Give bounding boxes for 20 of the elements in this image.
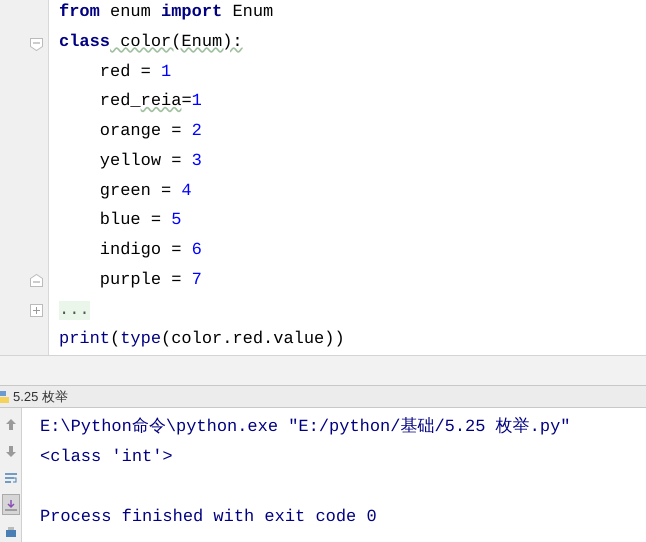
python-icon (0, 390, 9, 404)
scroll-to-end-icon[interactable] (2, 494, 20, 516)
code-line: print(type(color.red.value)) (59, 329, 345, 352)
console-line: <class 'int'> (40, 447, 173, 470)
run-tab-title[interactable]: 5.25 枚举 (13, 386, 68, 406)
code-line: yellow = 3 (98, 150, 202, 173)
code-line: indigo = 6 (98, 240, 202, 262)
code-line: green = 4 (98, 180, 192, 203)
fold-icon[interactable] (30, 38, 43, 51)
code-line: from enum import Enum (59, 2, 274, 24)
console-line: Process finished with exit code 0 (40, 507, 377, 530)
expand-icon[interactable] (30, 304, 43, 318)
console-line: E:\Python命令\python.exe "E:/python/基础/5.25 枚举.py" (40, 416, 570, 440)
code-line: blue = 5 (98, 210, 182, 232)
code-line: red_reia=1 (98, 91, 202, 114)
code-line: orange = 2 (98, 121, 202, 144)
code-line: purple = 7 (98, 270, 202, 292)
code-line: red = 1 (98, 62, 172, 84)
code-line: class color(Enum): (59, 32, 243, 54)
fold-icon[interactable] (30, 274, 43, 288)
